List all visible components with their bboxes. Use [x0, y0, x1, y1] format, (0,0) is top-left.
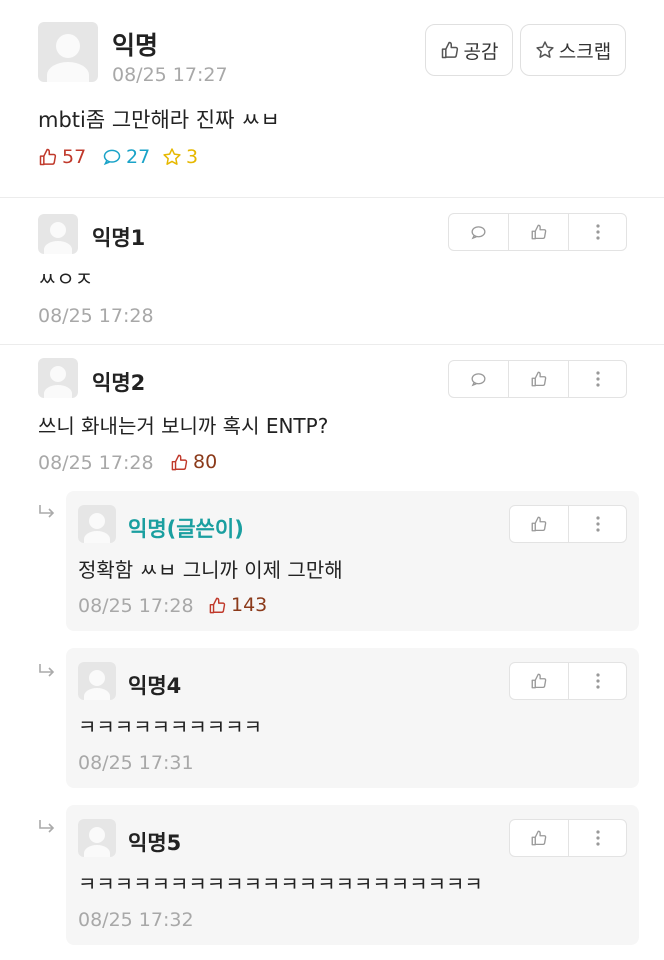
comment-content: 쓰니 화내는거 보니까 혹시 ENTP? [38, 414, 329, 438]
reply-arrow-icon [39, 505, 55, 518]
reply-author: 익명(글쓴이) [128, 517, 244, 541]
reply-content: 정확함 ㅆㅂ 그니까 이제 그만해 [78, 558, 343, 582]
avatar [38, 358, 78, 398]
star-icon [163, 148, 181, 165]
thumb-up-icon [209, 597, 226, 613]
post-content: mbti좀 그만해라 진짜 ㅆㅂ [38, 108, 280, 132]
avatar [38, 22, 98, 82]
post-time: 08/25 17:27 [112, 64, 228, 86]
comment-time: 08/25 17:28 [38, 452, 154, 474]
reply-actions [509, 819, 627, 857]
post-author: 익명 [112, 31, 159, 60]
like-count: 143 [231, 594, 268, 616]
comment-time: 08/25 17:28 [38, 305, 154, 327]
more-vertical-icon [595, 224, 600, 240]
comment-count: 27 [126, 146, 151, 168]
scrap-count: 3 [186, 146, 199, 168]
reply-arrow-icon [39, 664, 55, 677]
reply-author: 익명4 [128, 674, 182, 698]
comment-actions [448, 360, 627, 398]
reply-card: 익명5 ㅋㅋㅋㅋㅋㅋㅋㅋㅋㅋㅋㅋㅋㅋㅋㅋㅋㅋㅋㅋㅋㅋ 08/25 17:32 [66, 805, 639, 945]
reply-content: ㅋㅋㅋㅋㅋㅋㅋㅋㅋㅋㅋㅋㅋㅋㅋㅋㅋㅋㅋㅋㅋㅋ [78, 872, 483, 896]
reply-like-button[interactable] [510, 663, 569, 699]
comment-actions [448, 213, 627, 251]
reply-time: 08/25 17:28 [78, 595, 194, 617]
reply-like-button[interactable] [510, 820, 569, 856]
thumb-up-icon [171, 454, 188, 470]
like-button-label: 공감 [463, 40, 499, 63]
reply-time: 08/25 17:32 [78, 909, 194, 931]
speech-bubble-icon [471, 372, 486, 386]
thumb-up-icon [531, 830, 547, 846]
more-button[interactable] [569, 361, 626, 397]
post-comments: 27 [102, 146, 150, 168]
comment-content: ㅆㅇㅈ [38, 267, 94, 291]
avatar [78, 505, 116, 543]
more-button[interactable] [569, 820, 626, 856]
comment-author: 익명2 [92, 371, 146, 395]
thumb-up-icon [531, 224, 546, 240]
avatar [38, 214, 78, 254]
reply-button[interactable] [449, 214, 509, 250]
post-scraps: 3 [162, 146, 198, 168]
reply-content: ㅋㅋㅋㅋㅋㅋㅋㅋㅋㅋ [78, 715, 262, 739]
reply-author: 익명5 [128, 831, 182, 855]
like-count: 80 [193, 451, 218, 473]
avatar [78, 819, 116, 857]
more-vertical-icon [595, 371, 600, 387]
comment-author: 익명1 [92, 226, 146, 250]
thumb-up-icon [531, 673, 547, 689]
reply-time: 08/25 17:31 [78, 752, 194, 774]
comment-like-button[interactable] [509, 214, 569, 250]
star-icon [536, 41, 554, 58]
more-button[interactable] [569, 506, 626, 542]
speech-bubble-icon [471, 225, 486, 239]
comment-like-button[interactable] [509, 361, 569, 397]
reply-card: 익명4 ㅋㅋㅋㅋㅋㅋㅋㅋㅋㅋ 08/25 17:31 [66, 648, 639, 788]
reply-likes: 143 [208, 594, 267, 616]
scrap-button[interactable]: 스크랩 [520, 24, 626, 76]
reply-actions [509, 505, 627, 543]
thumb-up-icon [441, 41, 458, 59]
comment-likes: 80 [170, 451, 217, 473]
reply-arrow-icon [39, 820, 55, 833]
thumb-up-icon [531, 516, 547, 532]
divider [0, 197, 664, 198]
divider [0, 344, 664, 345]
like-button[interactable]: 공감 [425, 24, 513, 76]
reply-button[interactable] [449, 361, 509, 397]
avatar [78, 662, 116, 700]
reply-like-button[interactable] [510, 506, 569, 542]
scrap-button-label: 스크랩 [558, 40, 612, 63]
more-vertical-icon [595, 516, 600, 532]
more-button[interactable] [569, 663, 626, 699]
reply-card: 익명(글쓴이) 정확함 ㅆㅂ 그니까 이제 그만해 08/25 17:28 14… [66, 491, 639, 631]
more-vertical-icon [595, 830, 600, 846]
post-likes: 57 [38, 146, 86, 168]
thumb-up-icon [531, 371, 546, 387]
more-vertical-icon [595, 673, 600, 689]
speech-bubble-icon [103, 149, 121, 166]
thumb-up-icon [39, 148, 57, 166]
like-count: 57 [62, 146, 87, 168]
reply-actions [509, 662, 627, 700]
more-button[interactable] [569, 214, 626, 250]
